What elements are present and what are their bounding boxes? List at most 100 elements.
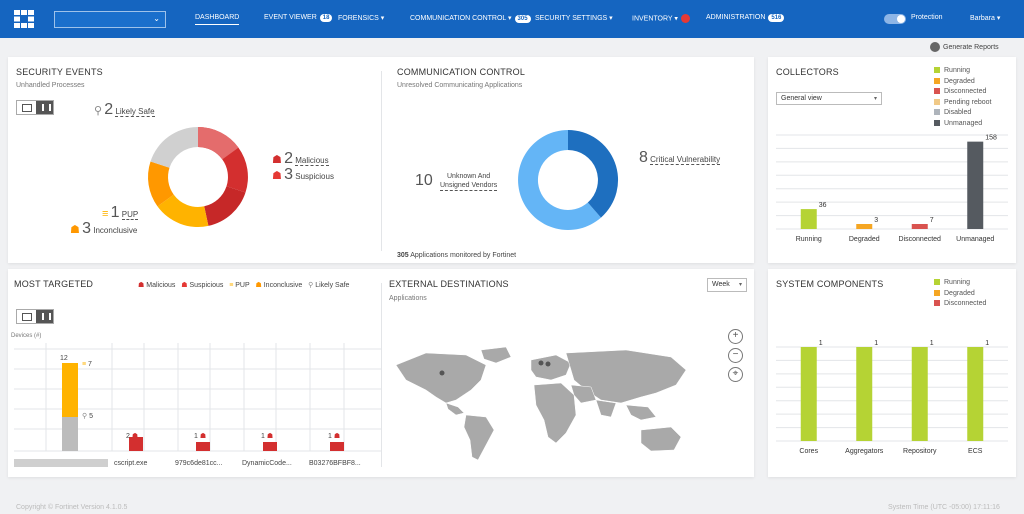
nav-inventory[interactable]: INVENTORY ▾ [632, 14, 690, 23]
category-label: Degraded [849, 236, 880, 243]
chevron-down-icon: ▾ [873, 96, 877, 102]
chevron-down-icon: ▾ [506, 15, 512, 22]
unknown-vendors-stat[interactable]: 10 [415, 172, 433, 190]
bar-aggregators [856, 347, 873, 441]
malicious-bug-icon: ☗ [272, 154, 282, 166]
system-components-panel: SYSTEM COMPONENTS Running Degraded Disconn… [768, 269, 1016, 477]
legend-label: Disabled [944, 109, 972, 116]
monitor-icon[interactable] [17, 310, 36, 323]
inconclusive-label: Inconclusive [93, 226, 138, 235]
most-targeted-view-toggle[interactable] [16, 309, 54, 324]
legend-item: Disconnected [934, 88, 986, 95]
security-events-title: SECURITY EVENTS [16, 67, 103, 77]
target-label[interactable]: 979c6de81cc... [175, 460, 222, 467]
zoom-out-button[interactable]: − [728, 348, 743, 363]
pup-icon: ≡ [229, 282, 234, 289]
nav-forensics[interactable]: FORENSICS ▾ [338, 14, 384, 22]
pup-icon: ≡ [102, 208, 109, 220]
security-events-view-toggle[interactable] [16, 100, 54, 115]
tenant-select[interactable]: ⌄ [54, 11, 166, 28]
legend-label: Disconnected [944, 88, 987, 95]
inventory-alert-icon [680, 14, 690, 23]
world-map[interactable] [386, 345, 704, 465]
external-destinations-subtitle: Applications [389, 295, 427, 302]
legend-suspicious: Suspicious [189, 282, 224, 289]
generate-reports-label: Generate Reports [943, 43, 999, 51]
legend-swatch [934, 77, 940, 84]
map-australia [640, 426, 682, 452]
bar-unmanaged [967, 141, 984, 229]
fortinet-logo-icon[interactable] [14, 10, 34, 28]
chevron-down-icon: ▾ [994, 15, 1001, 22]
bar-ecs [967, 347, 984, 441]
unknown-vendors-count: 10 [415, 172, 433, 189]
unknown-vendors-label[interactable]: Unknown And Unsigned Vendors [440, 172, 498, 191]
top-navigation-bar: ⌄ DASHBOARD EVENT VIEWER 18 FORENSICS ▾ C… [0, 0, 1024, 38]
malicious-bug-icon: ☗ [131, 433, 139, 440]
malicious-bug-icon: ☗ [266, 433, 274, 440]
nav-inventory-label: INVENTORY [632, 15, 673, 23]
monitored-apps-label: Applications monitored by Fortinet [410, 252, 517, 259]
legend-pup: PUP [235, 282, 250, 289]
bar-value-label: 158 [985, 135, 997, 142]
unknown-vendors-label-line1: Unknown And [447, 173, 491, 180]
category-label: Cores [799, 448, 818, 455]
period-select[interactable]: Week ▾ [707, 278, 747, 292]
donut-slice-critical [568, 129, 619, 218]
legend-item: Running [934, 67, 970, 74]
zoom-in-button[interactable]: + [728, 329, 743, 344]
chevron-down-icon: ▾ [738, 282, 742, 288]
monitored-apps-count: 305 [397, 252, 409, 259]
category-label: Repository [903, 448, 937, 455]
nav-security-settings[interactable]: SECURITY SETTINGS ▾ [535, 14, 613, 22]
category-label: Unmanaged [956, 236, 994, 243]
table-icon[interactable] [36, 101, 53, 114]
nav-communication-control-label: COMMUNICATION CONTROL [410, 15, 507, 22]
bar-value-label: 1 [874, 340, 878, 347]
bar-value-label: 7 [930, 217, 934, 224]
suspicious-stat[interactable]: ☗ 3 Suspicious [272, 166, 334, 184]
nav-event-viewer[interactable]: EVENT VIEWER 18 [264, 14, 333, 22]
target-label[interactable]: B03276BFBF8... [309, 460, 361, 467]
target-label[interactable]: cscript.exe [114, 460, 147, 467]
likely-safe-icon: ⚲ [82, 413, 88, 420]
table-icon[interactable] [36, 310, 53, 323]
suspicious-bug-icon: ☗ [181, 282, 188, 289]
collectors-view-select-value: General view [781, 95, 822, 102]
likely-safe-stat[interactable]: ⚲ 2 Likely Safe [94, 101, 155, 119]
target-count-value: 2 [126, 433, 130, 440]
collectors-panel: COLLECTORS General view ▾ Running Degrade… [768, 57, 1016, 263]
suspicious-label: Suspicious [295, 172, 334, 181]
nav-dashboard[interactable]: DASHBOARD [195, 14, 240, 25]
legend-swatch [934, 109, 940, 116]
likely-safe-icon: ⚲ [94, 105, 103, 117]
target-count-value: 1 [261, 433, 265, 440]
legend-label: Pending reboot [944, 98, 992, 106]
legend-label: Unmanaged [944, 119, 983, 127]
critical-vulnerability-stat[interactable]: 8 Critical Vulnerability [639, 149, 721, 167]
nav-administration[interactable]: ADMINISTRATION 516 [706, 14, 785, 22]
reset-zoom-icon: ⌖ [732, 368, 739, 379]
target-bar [263, 442, 277, 451]
collectors-view-select[interactable]: General view ▾ [776, 92, 882, 105]
unknown-vendors-label-line2: Unsigned Vendors [440, 182, 498, 191]
most-targeted-legend: ☗ Malicious ☗ Suspicious ≡ PUP ☗ Inconcl… [138, 281, 349, 289]
protection-label: Protection [911, 14, 943, 21]
bar-cores [800, 347, 817, 441]
legend-label: Degraded [944, 289, 975, 297]
generate-reports-button[interactable]: Generate Reports [930, 42, 999, 52]
communication-control-title: COMMUNICATION CONTROL [397, 67, 526, 77]
monitor-icon[interactable] [17, 101, 36, 114]
protection-toggle[interactable] [884, 14, 906, 24]
communication-control-donut [518, 129, 619, 230]
target-label[interactable]: DynamicCode... [242, 460, 292, 467]
target-count-cscript: 2 ☗ [126, 432, 138, 440]
zoom-reset-button[interactable]: ⌖ [728, 367, 743, 382]
nav-communication-control[interactable]: COMMUNICATION CONTROL ▾ 305 [410, 14, 531, 23]
legend-swatch [934, 300, 940, 307]
pup-count: 1 [110, 204, 120, 221]
minus-icon: − [732, 349, 739, 360]
user-menu[interactable]: Barbara ▾ [970, 14, 1000, 22]
inconclusive-stat[interactable]: ☗ 3 Inconclusive [70, 220, 137, 238]
legend-label: Disconnected [944, 300, 987, 307]
